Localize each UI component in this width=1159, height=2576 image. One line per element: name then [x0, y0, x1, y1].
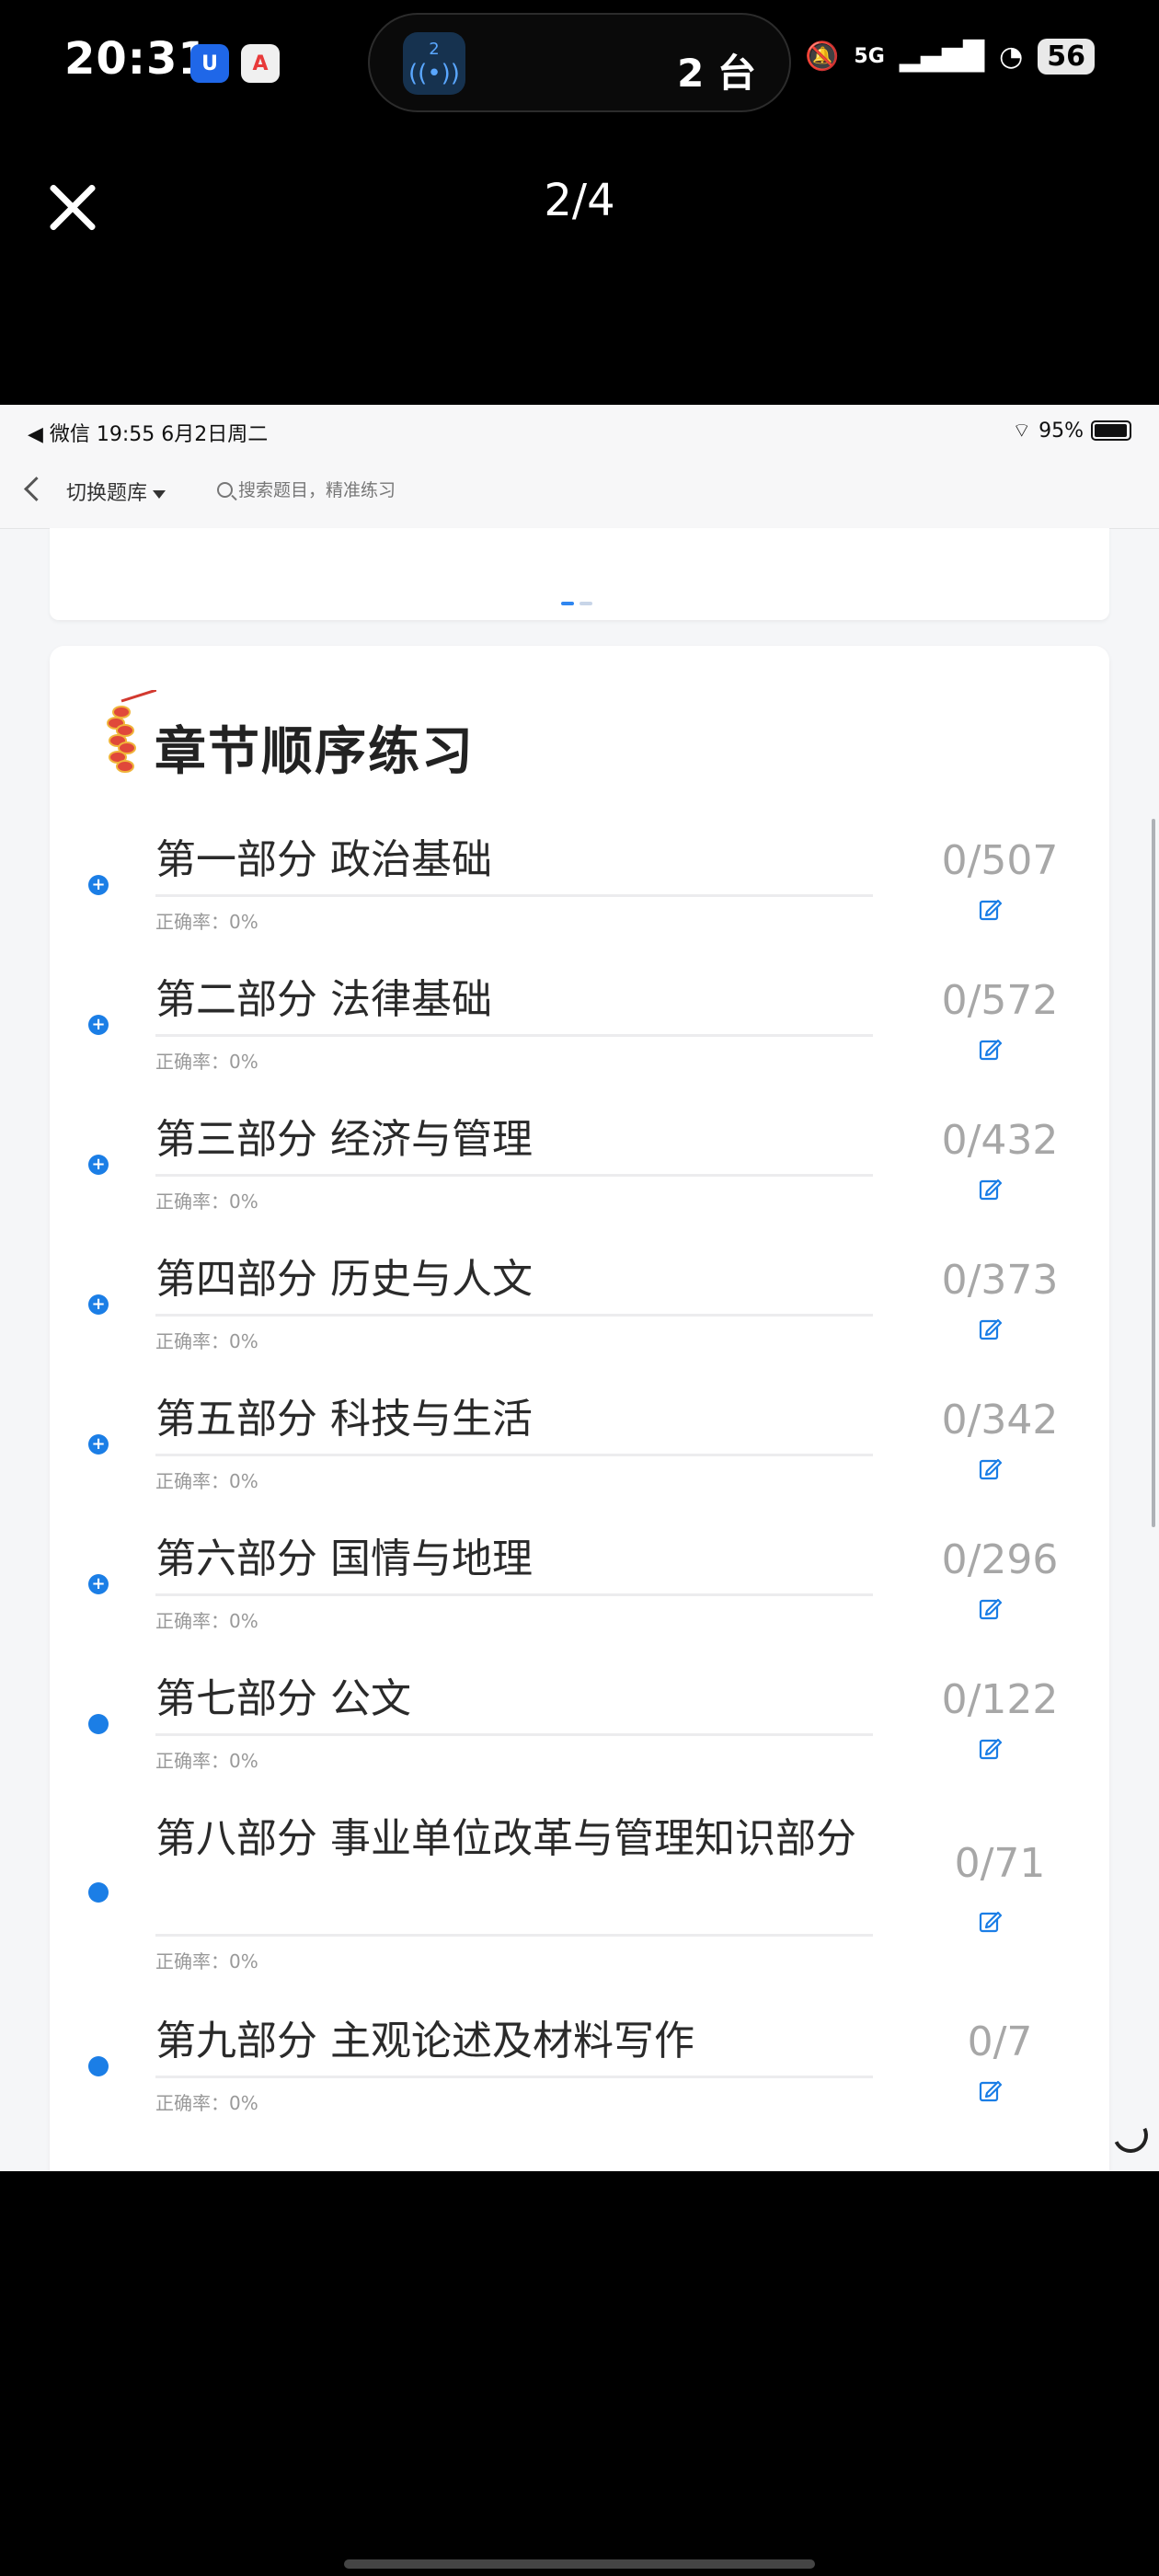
- edit-icon[interactable]: [979, 1910, 1003, 1934]
- battery-icon: [1091, 420, 1131, 441]
- chapter-count: 0/7: [967, 2018, 1033, 2065]
- chapter-progress-track: [155, 1733, 873, 1736]
- chapter-progress-track: [155, 2076, 873, 2078]
- chapter-expand-icon[interactable]: +: [88, 1434, 109, 1455]
- mute-bell-icon: 🔕: [805, 40, 840, 73]
- chapter-expand-icon[interactable]: +: [88, 875, 109, 895]
- battery-indicator: 56: [1038, 39, 1095, 75]
- chapter-accuracy: 正确率：0%: [155, 1750, 258, 1772]
- chapter-accuracy: 正确率：0%: [155, 1470, 258, 1492]
- chapter-expand-icon[interactable]: +: [88, 1155, 109, 1175]
- scrollbar[interactable]: [1152, 819, 1155, 1527]
- chapter-progress-track: [155, 1034, 873, 1037]
- inner-status-left: ◀ 微信 19:55 6月2日周二: [28, 423, 269, 446]
- edit-icon[interactable]: [979, 1178, 1003, 1202]
- section-title: 章节顺序练习: [155, 722, 475, 782]
- os-status-right: 🔕 5G ▂▄▆█ ◔ 56: [805, 39, 1095, 75]
- chapter-count: 0/122: [941, 1676, 1059, 1723]
- chapter-title: 第八部分 事业单位改革与管理知识部分: [155, 1815, 856, 1862]
- chapter-expand-icon[interactable]: +: [88, 1294, 109, 1315]
- chapter-title: 第五部分 科技与生活: [155, 1396, 533, 1443]
- chapter-expand-icon[interactable]: [88, 2056, 109, 2076]
- signal-icon: ▂▄▆█: [899, 40, 985, 73]
- chapter-count: 0/373: [941, 1257, 1059, 1304]
- edit-icon[interactable]: [979, 1737, 1003, 1761]
- chapter-accuracy: 正确率：0%: [155, 911, 258, 933]
- image-counter: 2/4: [544, 175, 615, 226]
- dynamic-island[interactable]: 2 ((•)) 2 台: [368, 13, 791, 112]
- cast-icon: 2 ((•)): [403, 32, 465, 95]
- caret-down-icon: [153, 489, 166, 499]
- chapter-accuracy: 正确率：0%: [155, 2092, 258, 2114]
- chapter-count: 0/71: [954, 1840, 1046, 1887]
- chapter-progress-track: [155, 1174, 873, 1177]
- home-indicator[interactable]: [344, 2559, 815, 2569]
- chapter-expand-icon[interactable]: +: [88, 1015, 109, 1035]
- loading-spinner-icon: [1107, 2112, 1153, 2158]
- edit-icon[interactable]: [979, 1317, 1003, 1341]
- os-time: 20:31: [64, 33, 210, 85]
- broadcast-glyph: ((•)): [408, 60, 460, 87]
- chapter-count: 0/296: [941, 1536, 1059, 1583]
- chapter-accuracy: 正确率：0%: [155, 1950, 258, 1972]
- inner-status-bar: ◀ 微信 19:55 6月2日周二 ⌔ 95%: [0, 405, 1159, 453]
- edit-icon[interactable]: [979, 1038, 1003, 1062]
- switch-library-label: 切换题库: [66, 482, 148, 505]
- chapter-expand-icon[interactable]: [88, 1714, 109, 1734]
- wifi-icon: ◔: [999, 40, 1024, 73]
- banner-card[interactable]: [50, 528, 1109, 620]
- chapter-practice-card: 章节顺序练习 + 第一部分 政治基础 正确率：0% 0/507 + 第二部分 法律基础 正确…: [50, 646, 1109, 2171]
- edit-icon[interactable]: [979, 1457, 1003, 1481]
- inner-status-right: ⌔ 95%: [1012, 418, 1131, 443]
- chapter-count: 0/342: [941, 1397, 1059, 1443]
- chapter-title: 第九部分 主观论述及材料写作: [155, 2018, 694, 2064]
- back-chevron-icon[interactable]: [24, 477, 49, 501]
- wifi-icon: ⌔: [1012, 420, 1032, 443]
- chapter-title: 第六部分 国情与地理: [155, 1535, 533, 1582]
- edit-icon[interactable]: [979, 1597, 1003, 1621]
- search-placeholder: 搜索题目，精准练习: [238, 480, 396, 500]
- chapter-title: 第七部分 公文: [155, 1675, 411, 1722]
- firecracker-icon: [107, 690, 156, 773]
- carousel-dot-active: [561, 602, 574, 605]
- chapter-title: 第三部分 经济与管理: [155, 1116, 533, 1163]
- chapter-title: 第二部分 法律基础: [155, 976, 492, 1023]
- inner-battery-text: 95%: [1039, 419, 1084, 443]
- chapter-progress-track: [155, 1454, 873, 1456]
- chapter-count: 0/432: [941, 1117, 1059, 1164]
- screenshot-image[interactable]: ◀ 微信 19:55 6月2日周二 ⌔ 95% 切换题库 搜索题目，精准练习 章…: [0, 405, 1159, 2171]
- chapter-accuracy: 正确率：0%: [155, 1051, 258, 1073]
- chapter-accuracy: 正确率：0%: [155, 1190, 258, 1213]
- chapter-count: 0/572: [941, 977, 1059, 1024]
- edit-icon[interactable]: [979, 898, 1003, 922]
- chapter-progress-track: [155, 1314, 873, 1317]
- chapter-count: 0/507: [941, 837, 1059, 884]
- network-label: 5G: [854, 45, 885, 68]
- chapter-title: 第一部分 政治基础: [155, 836, 492, 883]
- inner-nav-bar: 切换题库 搜索题目，精准练习: [0, 453, 1159, 529]
- chapter-accuracy: 正确率：0%: [155, 1330, 258, 1352]
- chapter-progress-track: [155, 894, 873, 897]
- search-input[interactable]: 搜索题目，精准练习: [217, 477, 396, 501]
- chapter-title: 第四部分 历史与人文: [155, 1256, 533, 1303]
- search-icon: [217, 482, 233, 498]
- chapter-accuracy: 正确率：0%: [155, 1610, 258, 1632]
- carousel-dots: [561, 602, 592, 605]
- app-notification-icon: U: [190, 44, 229, 83]
- island-badge: 2: [429, 40, 440, 59]
- chapter-expand-icon[interactable]: +: [88, 1574, 109, 1594]
- island-text: 2 台: [677, 51, 756, 96]
- app-notification-icon: A: [241, 44, 280, 83]
- chapter-progress-track: [155, 1934, 873, 1937]
- carousel-dot: [580, 602, 592, 605]
- switch-library-button[interactable]: 切换题库: [66, 477, 166, 506]
- chapter-expand-icon[interactable]: [88, 1882, 109, 1903]
- edit-icon[interactable]: [979, 2079, 1003, 2103]
- chapter-progress-track: [155, 1593, 873, 1596]
